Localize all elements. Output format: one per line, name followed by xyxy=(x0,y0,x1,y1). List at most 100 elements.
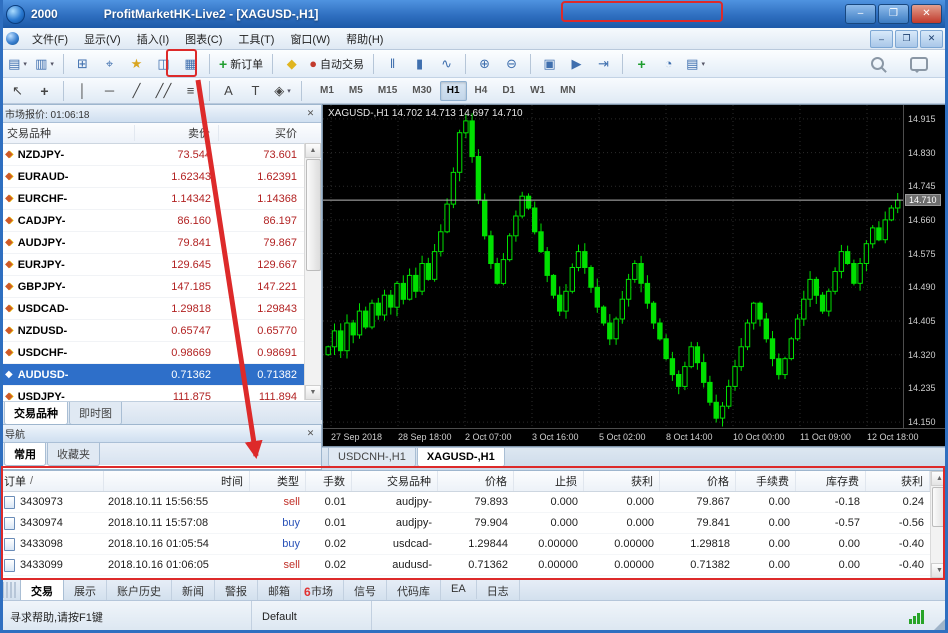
order-row[interactable]: 3433098 2018.10.16 01:05:54 buy 0.02 usdcad-… xyxy=(0,534,948,555)
bar-chart-button[interactable]: ǁ xyxy=(379,53,406,75)
menu-item-file[interactable]: 文件(F) xyxy=(24,28,76,50)
chart-minimize-button[interactable]: – xyxy=(870,29,893,48)
menu-item-charts[interactable]: 图表(C) xyxy=(177,28,230,50)
scroll-thumb[interactable] xyxy=(306,159,321,271)
tab-tick-chart[interactable]: 即时图 xyxy=(69,402,122,425)
chart-tab-xagusd[interactable]: XAGUSD-,H1 xyxy=(416,448,505,467)
channel-button[interactable]: ╱╱ xyxy=(150,80,177,102)
tab-common[interactable]: 常用 xyxy=(4,443,46,466)
tab-symbols[interactable]: 交易品种 xyxy=(4,402,68,425)
terminal-column-header[interactable]: 库存费 xyxy=(796,471,866,491)
close-icon[interactable]: ✕ xyxy=(304,427,317,440)
navigator-button[interactable]: ★ xyxy=(123,53,150,75)
market-watch-row[interactable]: ◆ AUDUSD- 0.71362 0.71382 xyxy=(1,364,321,386)
chart-window[interactable]: XAGUSD-,H1 14.702 14.713 14.697 14.710 1… xyxy=(322,104,948,447)
menu-item-help[interactable]: 帮助(H) xyxy=(338,28,391,50)
close-button[interactable]: ✕ xyxy=(911,4,942,24)
market-watch-row[interactable]: ◆ CADJPY- 86.160 86.197 xyxy=(1,210,321,232)
data-window-button[interactable]: ⌖ xyxy=(96,53,123,75)
scroll-up-icon[interactable]: ▲ xyxy=(931,471,948,486)
tile-windows-button[interactable]: ▣ xyxy=(536,53,563,75)
terminal-column-header[interactable]: 手数 xyxy=(306,471,352,491)
new-order-button[interactable]: + 新订单 xyxy=(215,53,267,75)
autotrading-button[interactable]: ● 自动交易 xyxy=(305,53,368,75)
market-watch-row[interactable]: ◆ EURCHF- 1.14342 1.14368 xyxy=(1,188,321,210)
market-watch-row[interactable]: ◆ NZDJPY- 73.544 73.601 xyxy=(1,144,321,166)
market-watch-row[interactable]: ◆ USDCAD- 1.29818 1.29843 xyxy=(1,298,321,320)
terminal-column-header[interactable]: 订单 / xyxy=(0,471,104,491)
market-watch-row[interactable]: ◆ GBPJPY- 147.185 147.221 xyxy=(1,276,321,298)
terminal-button[interactable]: ◫ xyxy=(150,53,177,75)
crosshair-button[interactable]: + xyxy=(31,80,58,102)
timeframe-mn[interactable]: MN xyxy=(553,81,583,101)
search-button[interactable] xyxy=(864,53,891,75)
restore-button[interactable]: ❐ xyxy=(878,4,909,24)
zoom-in-button[interactable]: ⊕ xyxy=(471,53,498,75)
strategy-tester-button[interactable]: ▦ xyxy=(177,53,204,75)
status-profile[interactable]: Default xyxy=(252,601,372,633)
close-icon[interactable]: ✕ xyxy=(304,107,317,120)
cursor-button[interactable]: ↖ xyxy=(4,80,31,102)
resize-grip[interactable] xyxy=(934,619,945,630)
terminal-column-header[interactable]: 手续费 xyxy=(736,471,796,491)
market-watch-scrollbar[interactable]: ▲ ▼ xyxy=(304,143,321,400)
candlestick-chart[interactable] xyxy=(323,105,905,430)
titlebar[interactable]: 2000 ProfitMarketHK-Live2 - [XAGUSD-,H1]… xyxy=(0,0,948,28)
timeframe-m5[interactable]: M5 xyxy=(342,81,370,101)
metaeditor-button[interactable]: ◆ xyxy=(278,53,305,75)
scroll-thumb[interactable] xyxy=(932,487,947,527)
auto-scroll-button[interactable]: ▶ xyxy=(563,53,590,75)
fibonacci-button[interactable]: ≡ xyxy=(177,80,204,102)
tab-favorites[interactable]: 收藏夹 xyxy=(47,443,100,466)
order-row[interactable]: 3430974 2018.10.11 15:57:08 buy 0.01 audjpy-… xyxy=(0,513,948,534)
indicators-button[interactable]: + xyxy=(628,53,655,75)
menu-item-insert[interactable]: 插入(I) xyxy=(129,28,177,50)
terminal-column-header[interactable]: 交易品种 xyxy=(352,471,438,491)
trendline-button[interactable]: ╱ xyxy=(123,80,150,102)
horizontal-line-button[interactable]: ─ xyxy=(96,80,123,102)
menu-item-window[interactable]: 窗口(W) xyxy=(282,28,338,50)
line-chart-button[interactable]: ∿ xyxy=(433,53,460,75)
label-button[interactable]: T xyxy=(242,80,269,102)
templates-button[interactable]: ▤ ▾ xyxy=(682,53,709,75)
market-watch-header[interactable]: 市场报价: 01:06:18 ✕ xyxy=(1,105,321,123)
scroll-down-icon[interactable]: ▼ xyxy=(931,563,948,578)
timeframe-h4[interactable]: H4 xyxy=(468,81,495,101)
timeframe-w1[interactable]: W1 xyxy=(523,81,552,101)
timeframe-h1[interactable]: H1 xyxy=(439,80,467,101)
chart-tab-usdcnh[interactable]: USDCNH-,H1 xyxy=(328,448,416,467)
order-row[interactable]: 3433099 2018.10.16 01:06:05 sell 0.02 audusd… xyxy=(0,555,948,576)
market-watch-row[interactable]: ◆ NZDUSD- 0.65747 0.65770 xyxy=(1,320,321,342)
profiles-button[interactable]: ▥ ▾ xyxy=(31,53,58,75)
column-ask[interactable]: 买价 xyxy=(219,125,305,141)
minimize-button[interactable]: – xyxy=(845,4,876,24)
terminal-scrollbar[interactable]: ▲ ▼ xyxy=(930,471,948,578)
column-bid[interactable]: 卖价 xyxy=(135,125,219,141)
time-axis[interactable]: 27 Sep 2018 28 Sep 18:00 2 Oct 07:00 3 Oct … xyxy=(323,428,947,446)
market-watch-row[interactable]: ◆ EURAUD- 1.62343 1.62391 xyxy=(1,166,321,188)
column-symbol[interactable]: 交易品种 xyxy=(1,125,135,141)
terminal-column-header[interactable]: 价格 xyxy=(660,471,736,491)
timeframe-m15[interactable]: M15 xyxy=(371,81,404,101)
chat-button[interactable] xyxy=(905,53,932,75)
market-watch-button[interactable]: ⊞ xyxy=(69,53,96,75)
new-chart-button[interactable]: ▤ ▾ xyxy=(4,53,31,75)
market-watch-row[interactable]: ◆ EURJPY- 129.645 129.667 xyxy=(1,254,321,276)
timeframe-d1[interactable]: D1 xyxy=(495,81,522,101)
menu-item-view[interactable]: 显示(V) xyxy=(76,28,129,50)
terminal-column-header[interactable]: 价格 xyxy=(438,471,514,491)
market-watch-row[interactable]: ◆ USDJPY- 111.875 111.894 xyxy=(1,386,321,402)
terminal-column-header[interactable]: 时间 xyxy=(104,471,250,491)
chart-close-button[interactable]: ✕ xyxy=(920,29,943,48)
timeframe-m30[interactable]: M30 xyxy=(405,81,438,101)
terminal-column-header[interactable]: 止损 xyxy=(514,471,584,491)
price-axis[interactable]: 14.710 14.915 14.830 14.745 14.660 14.575 14.… xyxy=(903,105,947,430)
tab-ea[interactable]: EA xyxy=(441,579,477,599)
market-watch-row[interactable]: ◆ USDCHF- 0.98669 0.98691 xyxy=(1,342,321,364)
terminal-column-header[interactable]: 获利 xyxy=(866,471,930,491)
chart-restore-button[interactable]: ❐ xyxy=(895,29,918,48)
scroll-down-icon[interactable]: ▼ xyxy=(305,385,321,400)
periods-button[interactable]: ◔ xyxy=(655,53,682,75)
menu-item-tools[interactable]: 工具(T) xyxy=(230,28,282,50)
candlestick-button[interactable]: ▮ xyxy=(406,53,433,75)
